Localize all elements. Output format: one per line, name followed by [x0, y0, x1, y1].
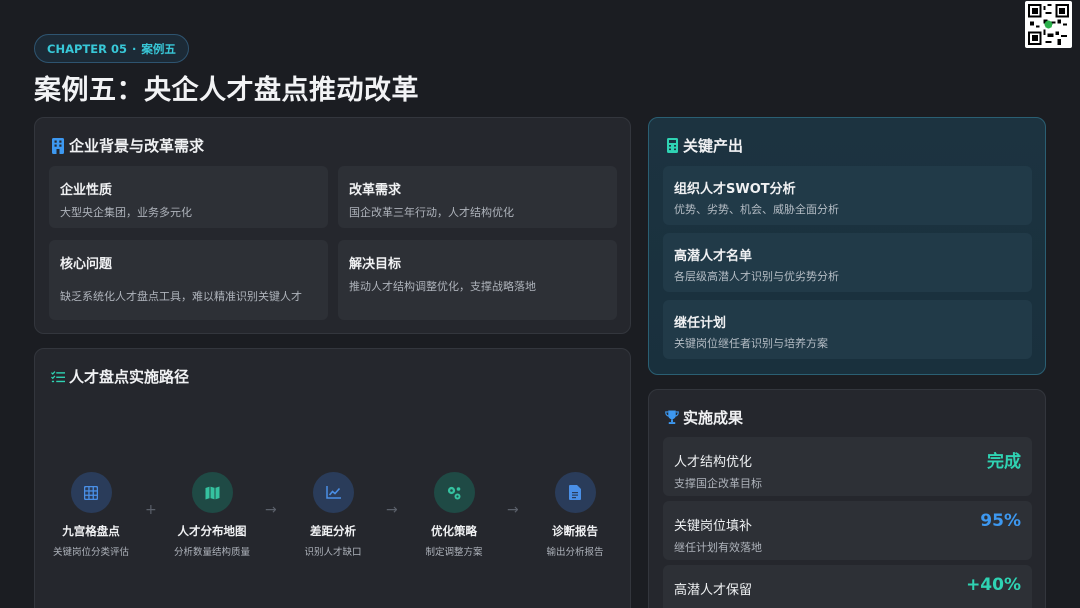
- result-sub: 支撑国企改革目标: [674, 477, 762, 490]
- path-panel: 人才盘点实施路径 九宫格盘点 关键岗位分类评估 + 人才分布地图 分析数量结构质…: [34, 348, 631, 608]
- results-panel: 实施成果 人才结构优化 支撑国企改革目标 完成 关键岗位填补 继任计划有效落地 …: [648, 389, 1046, 608]
- result-label: 人才结构优化: [674, 455, 753, 470]
- card-title: 解决目标: [349, 257, 402, 272]
- background-panel: 企业背景与改革需求 企业性质 大型央企集团，业务多元化 改革需求 国企改革三年行…: [34, 117, 631, 334]
- result-value: 95%: [980, 511, 1021, 531]
- chapter-badge: CHAPTER 05 · 案例五: [34, 34, 189, 63]
- qr-caption: [1026, 51, 1072, 61]
- chapter-case: 案例五: [141, 41, 176, 56]
- trophy-icon: [665, 410, 679, 426]
- key-output-swot: 组织人才SWOT分析 优势、劣势、机会、威胁全面分析: [663, 166, 1032, 225]
- key-output-header: 关键产出: [665, 135, 743, 156]
- info-card-reform-need: 改革需求 国企改革三年行动，人才结构优化: [338, 166, 617, 228]
- arrow-connector: →: [265, 502, 277, 518]
- path-step-report: 诊断报告 输出分析报告: [520, 472, 630, 558]
- card-title: 核心问题: [60, 257, 113, 272]
- result-label: 关键岗位填补: [674, 519, 753, 534]
- step-desc: 识别人才缺口: [304, 547, 362, 558]
- result-hipo-retention: 高潜人才保留 +40%: [663, 565, 1032, 608]
- path-step-talent-map: 人才分布地图 分析数量结构质量: [157, 472, 267, 558]
- output-desc: 关键岗位继任者识别与培养方案: [674, 337, 828, 350]
- path-panel-header: 人才盘点实施路径: [51, 366, 189, 387]
- chapter-separator: ·: [131, 41, 137, 56]
- info-card-nature: 企业性质 大型央企集团，业务多元化: [49, 166, 328, 228]
- step-desc: 分析数量结构质量: [173, 547, 250, 558]
- background-panel-header: 企业背景与改革需求: [51, 135, 204, 156]
- step-name: 九宫格盘点: [62, 524, 120, 538]
- plus-connector: +: [145, 502, 157, 518]
- result-key-positions: 关键岗位填补 继任计划有效落地 95%: [663, 501, 1032, 560]
- step-name: 差距分析: [310, 524, 356, 538]
- output-title: 继任计划: [674, 316, 727, 331]
- card-desc: 大型央企集团，业务多元化: [60, 206, 192, 219]
- info-card-goal: 解决目标 推动人才结构调整优化，支撑战略落地: [338, 240, 617, 320]
- step-desc: 输出分析报告: [546, 547, 604, 558]
- path-step-optimization: 优化策略 制定调整方案: [399, 472, 509, 558]
- result-sub: 继任计划有效落地: [674, 541, 762, 554]
- step-name: 诊断报告: [552, 524, 598, 538]
- result-structure: 人才结构优化 支撑国企改革目标 完成: [663, 437, 1032, 496]
- info-card-core-problem: 核心问题 缺乏系统化人才盘点工具，难以精准识别关键人才: [49, 240, 328, 320]
- key-output-succession: 继任计划 关键岗位继任者识别与培养方案: [663, 300, 1032, 359]
- key-output-panel: 关键产出 组织人才SWOT分析 优势、劣势、机会、威胁全面分析 高潜人才名单 各…: [648, 117, 1046, 375]
- output-title: 组织人才SWOT分析: [674, 182, 796, 197]
- document-icon: [554, 472, 596, 513]
- results-title: 实施成果: [683, 409, 744, 427]
- path-panel-title: 人才盘点实施路径: [69, 368, 190, 386]
- key-output-hipo-list: 高潜人才名单 各层级高潜人才识别与优劣势分析: [663, 233, 1032, 292]
- path-step-nine-box: 九宫格盘点 关键岗位分类评估: [36, 472, 146, 558]
- results-header: 实施成果: [665, 407, 743, 428]
- step-name: 人才分布地图: [177, 524, 247, 538]
- calculator-icon: [665, 138, 679, 154]
- page-title: 案例五：央企人才盘点推动改革: [34, 75, 419, 106]
- checklist-icon: [51, 369, 65, 385]
- building-icon: [51, 137, 65, 154]
- grid-icon: [70, 472, 112, 513]
- qr-code-icon[interactable]: [1025, 1, 1072, 48]
- card-desc: 推动人才结构调整优化，支撑战略落地: [349, 280, 536, 293]
- arrow-connector: →: [507, 502, 519, 518]
- card-desc: 缺乏系统化人才盘点工具，难以精准识别关键人才: [60, 290, 302, 303]
- step-name: 优化策略: [431, 524, 477, 538]
- card-desc: 国企改革三年行动，人才结构优化: [349, 206, 514, 219]
- output-title: 高潜人才名单: [674, 249, 753, 264]
- card-title: 企业性质: [60, 183, 113, 198]
- gears-icon: [433, 472, 475, 513]
- chart-line-icon: [312, 472, 354, 513]
- step-desc: 关键岗位分类评估: [52, 547, 129, 558]
- arrow-connector: →: [386, 502, 398, 518]
- step-desc: 制定调整方案: [425, 547, 483, 558]
- path-step-gap-analysis: 差距分析 识别人才缺口: [278, 472, 388, 558]
- map-icon: [191, 472, 233, 513]
- chapter-number: CHAPTER 05: [47, 41, 127, 56]
- result-value: +40%: [966, 575, 1021, 595]
- background-panel-title: 企业背景与改革需求: [69, 137, 205, 155]
- result-label: 高潜人才保留: [674, 583, 753, 598]
- output-desc: 各层级高潜人才识别与优劣势分析: [674, 270, 839, 283]
- output-desc: 优势、劣势、机会、威胁全面分析: [674, 203, 839, 216]
- result-value: 完成: [987, 452, 1021, 472]
- key-output-title: 关键产出: [683, 137, 744, 155]
- card-title: 改革需求: [349, 183, 402, 198]
